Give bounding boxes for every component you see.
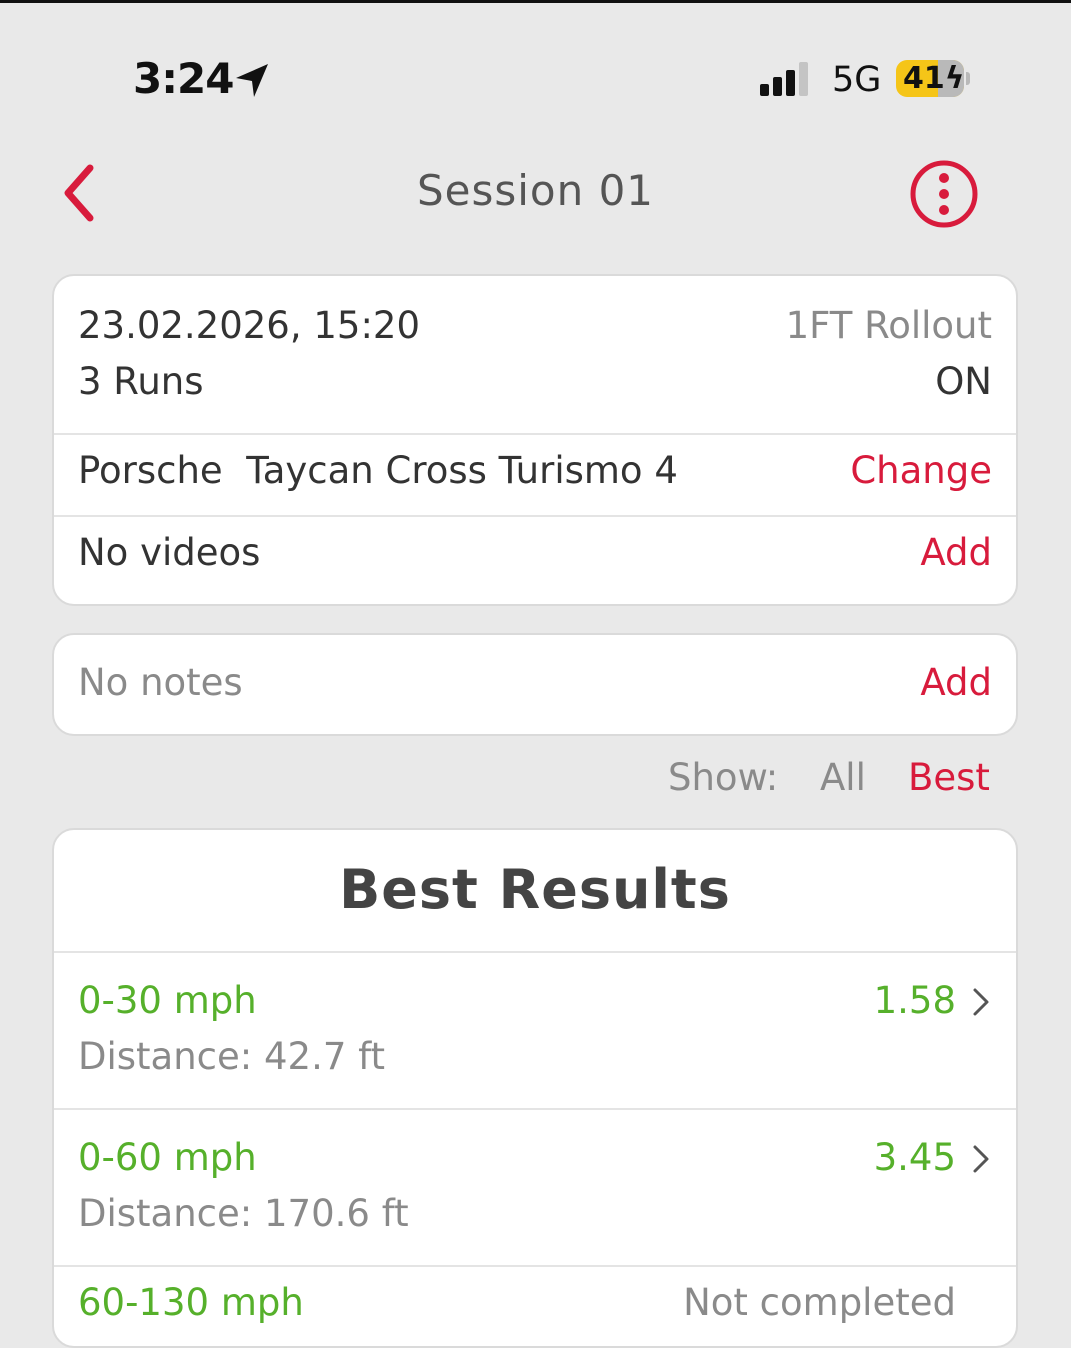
videos-row: No videos Add bbox=[54, 515, 1016, 604]
charging-bolt-icon: ϟ bbox=[944, 61, 965, 96]
notes-card: No notes Add bbox=[52, 633, 1018, 736]
result-label: 0-60 mph bbox=[78, 1136, 257, 1179]
change-car-button[interactable]: Change bbox=[850, 449, 992, 492]
result-label: 60-130 mph bbox=[78, 1281, 304, 1324]
car-make: Porsche bbox=[78, 449, 223, 492]
result-value: 3.45 bbox=[873, 1136, 956, 1179]
car-row: Porsche Taycan Cross Turismo 4 Change bbox=[54, 433, 1016, 515]
result-distance: Distance: 170.6 ft bbox=[78, 1192, 409, 1235]
location-arrow-icon bbox=[236, 64, 268, 97]
result-distance: Distance: 42.7 ft bbox=[78, 1035, 386, 1078]
show-filter-label: Show: bbox=[668, 756, 779, 799]
chevron-right-icon bbox=[973, 988, 989, 1016]
session-info-card: 23.02.2026, 15:20 3 Runs 1FT Rollout ON … bbox=[52, 274, 1018, 606]
filter-option-best[interactable]: Best bbox=[908, 756, 990, 799]
rollout-label: 1FT Rollout bbox=[785, 304, 992, 347]
screen-top-edge bbox=[0, 0, 1071, 3]
session-runs-count: 3 Runs bbox=[78, 360, 204, 403]
car-model: Taycan Cross Turismo 4 bbox=[246, 449, 678, 492]
result-value: Not completed bbox=[683, 1281, 956, 1324]
result-label: 0-30 mph bbox=[78, 979, 257, 1022]
cellular-signal-icon bbox=[760, 62, 808, 96]
car-name: Porsche Taycan Cross Turismo 4 bbox=[78, 449, 678, 492]
network-type: 5G bbox=[832, 60, 882, 100]
battery-tip bbox=[966, 72, 970, 85]
notes-status: No notes bbox=[78, 661, 243, 704]
more-options-icon[interactable] bbox=[908, 158, 980, 230]
add-video-button[interactable]: Add bbox=[920, 531, 992, 574]
best-results-title: Best Results bbox=[339, 858, 731, 921]
battery-level: 41ϟ bbox=[903, 61, 965, 96]
best-results-header: Best Results bbox=[54, 830, 1016, 951]
result-row[interactable]: 60-130 mph Not completed bbox=[54, 1265, 1016, 1346]
status-time: 3:24 bbox=[133, 54, 234, 103]
result-row[interactable]: 0-60 mph Distance: 170.6 ft 3.45 bbox=[54, 1108, 1016, 1265]
session-date-time: 23.02.2026, 15:20 bbox=[78, 304, 420, 347]
videos-status: No videos bbox=[78, 531, 261, 574]
result-row[interactable]: 0-30 mph Distance: 42.7 ft 1.58 bbox=[54, 951, 1016, 1108]
session-summary-row: 23.02.2026, 15:20 3 Runs 1FT Rollout ON bbox=[54, 276, 1016, 433]
add-note-button[interactable]: Add bbox=[920, 661, 992, 704]
rollout-value: ON bbox=[935, 360, 992, 403]
best-results-card: Best Results 0-30 mph Distance: 42.7 ft … bbox=[52, 828, 1018, 1348]
chevron-right-icon bbox=[973, 1145, 989, 1173]
result-value: 1.58 bbox=[873, 979, 956, 1022]
filter-option-all[interactable]: All bbox=[820, 756, 866, 799]
